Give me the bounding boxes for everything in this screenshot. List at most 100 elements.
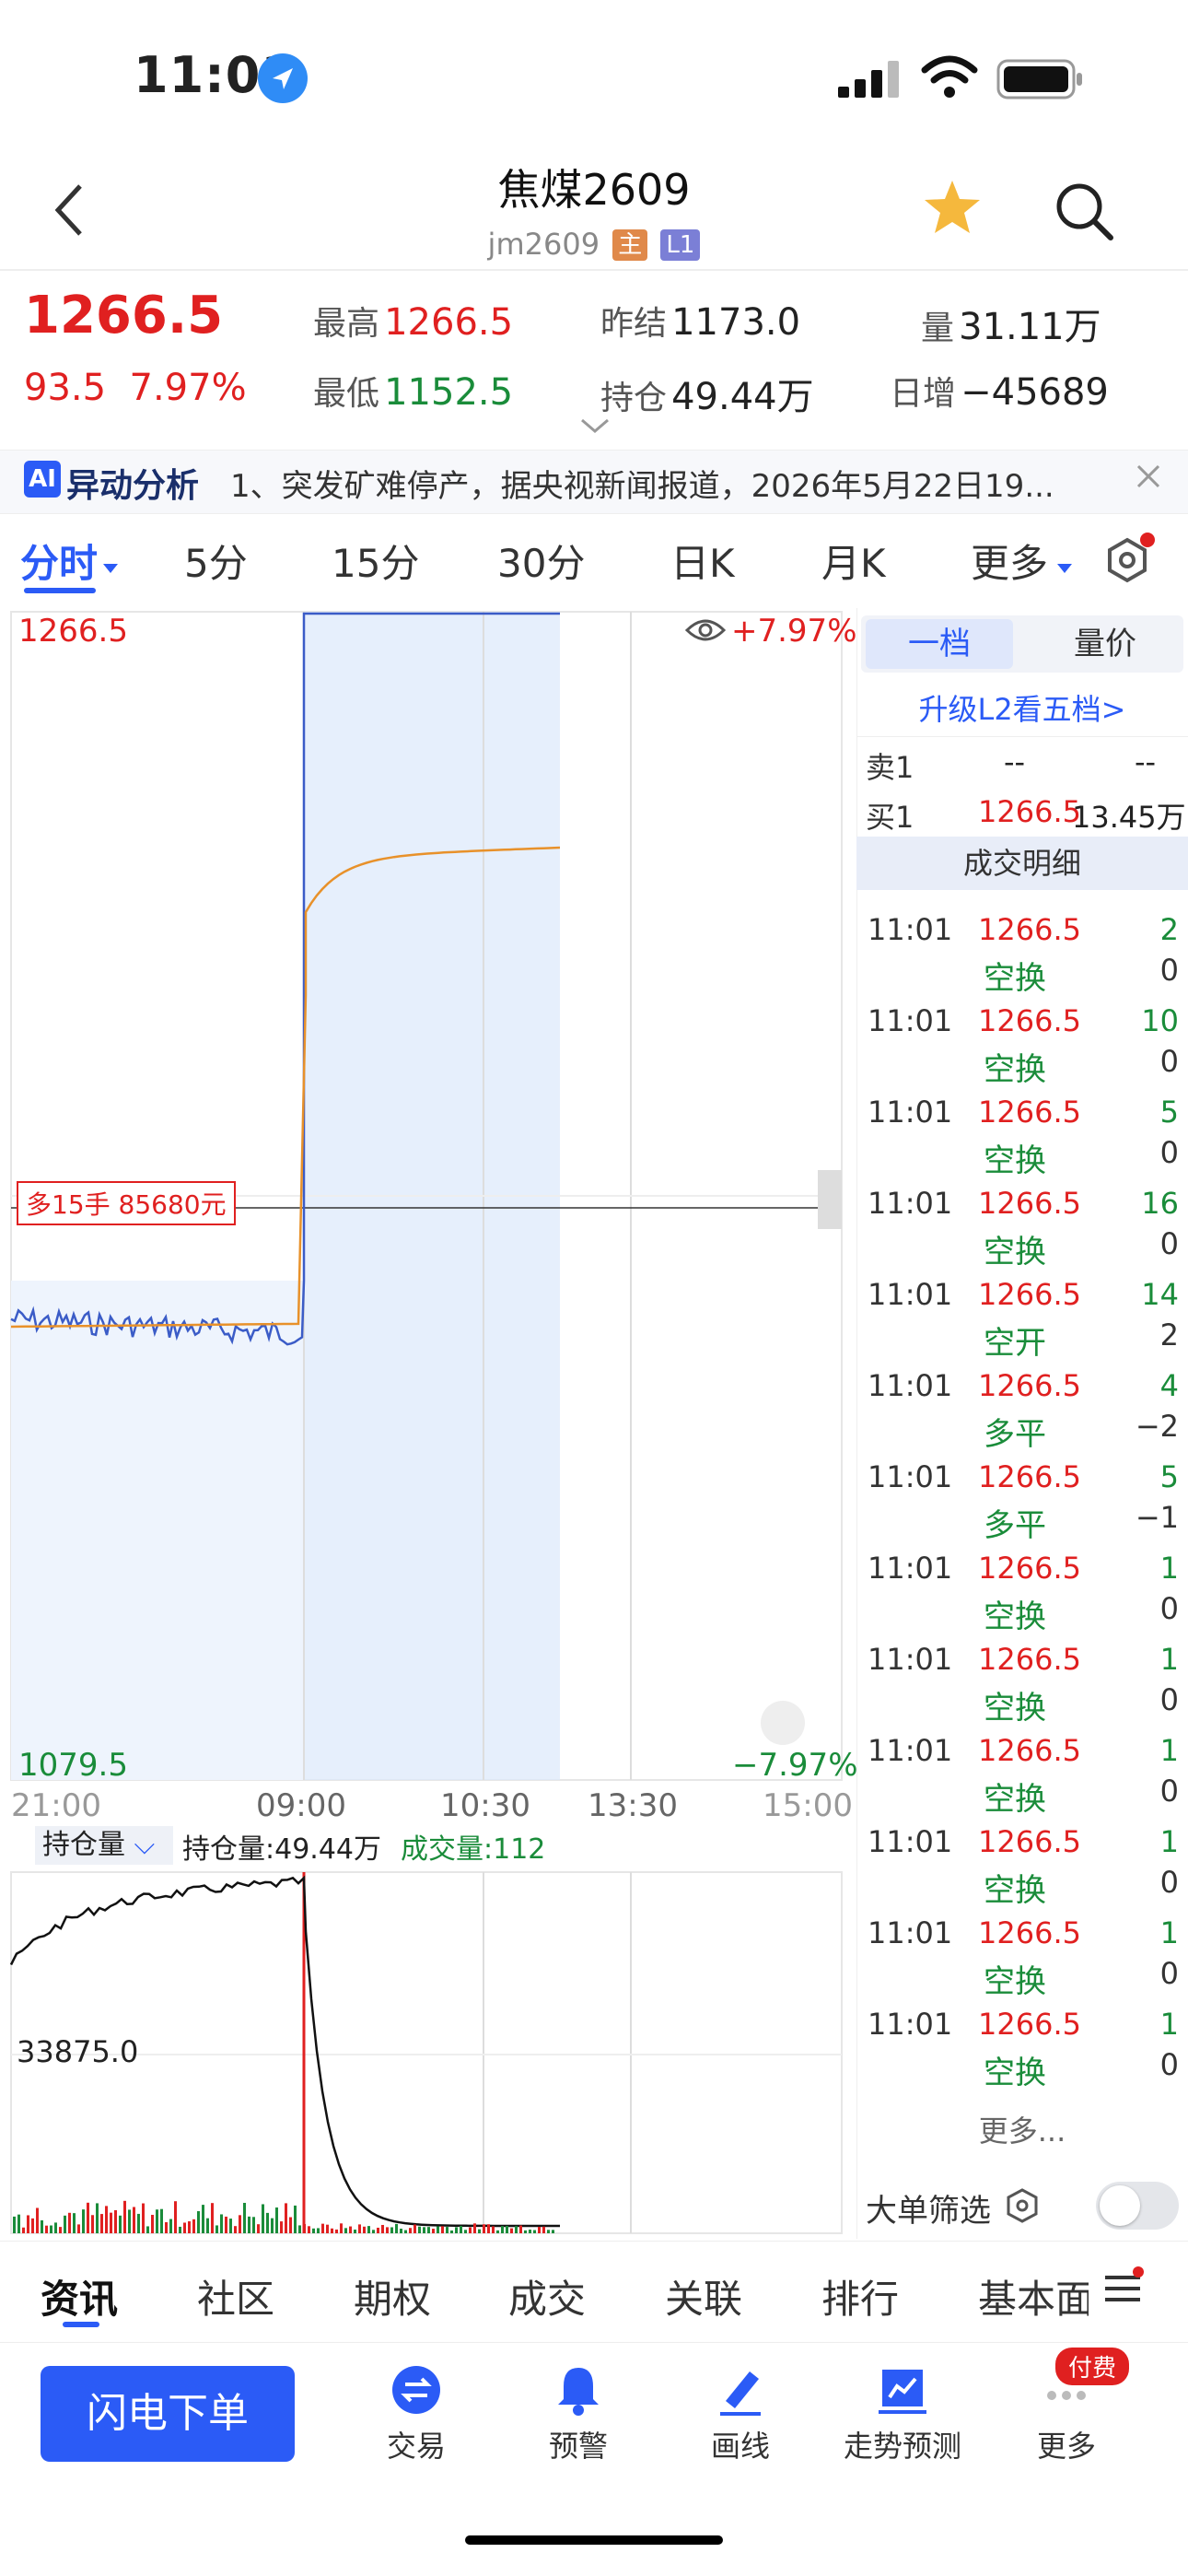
volume-bar xyxy=(114,2209,117,2233)
home-indicator xyxy=(465,2535,723,2545)
open-interest-readout: 持仓量:49.44万 xyxy=(182,1833,381,1866)
flash-order-button[interactable]: 闪电下单 xyxy=(41,2366,295,2462)
volume-bar xyxy=(160,2208,163,2233)
tab-related[interactable]: 关联 xyxy=(665,2268,742,2324)
volume-bar xyxy=(275,2207,278,2233)
volume-bar xyxy=(192,2219,195,2233)
indicator-dropdown-label: 持仓量 xyxy=(42,1829,125,1861)
tab-options[interactable]: 期权 xyxy=(354,2268,431,2324)
indicator-dropdown[interactable]: 持仓量 ⌵ xyxy=(35,1826,173,1865)
main-contract-badge: 主 xyxy=(612,229,648,261)
tab-trades[interactable]: 成交 xyxy=(508,2268,586,2324)
ai-analysis-text[interactable]: 1、突发矿难停产，据央视新闻报道，2026年5月22日19... xyxy=(230,461,1087,506)
upgrade-l2-link[interactable]: 升级L2看五档> xyxy=(856,682,1188,737)
buy1-label: 买1 xyxy=(866,800,914,835)
tab-level1[interactable]: 一档 xyxy=(866,619,1013,669)
volume-bar xyxy=(542,2226,545,2233)
volume-bar xyxy=(17,2214,20,2233)
trade-time: 11:01 xyxy=(868,1095,953,1130)
volume-bar xyxy=(50,2225,52,2233)
trade-label[interactable]: 交易 xyxy=(361,2423,472,2465)
volume-bar xyxy=(496,2230,499,2233)
expand-chevron-icon[interactable] xyxy=(578,415,611,437)
volume-bar xyxy=(340,2223,343,2233)
volume-bar xyxy=(483,2224,485,2233)
tab-volume-price[interactable]: 量价 xyxy=(1041,619,1170,669)
close-icon[interactable] xyxy=(1135,463,1162,490)
volume-bar xyxy=(73,2213,76,2233)
trade-time: 11:01 xyxy=(868,1824,953,1859)
volume-bar xyxy=(110,2212,112,2233)
search-icon[interactable] xyxy=(1052,179,1116,243)
trade-oi-change: 0 xyxy=(1159,1774,1179,1809)
tab-more[interactable]: 更多 xyxy=(971,533,1048,589)
trade-time: 11:01 xyxy=(868,2007,953,2042)
favorite-star-icon[interactable] xyxy=(921,177,984,240)
trade-oi-change: −1 xyxy=(1135,1500,1179,1535)
volume-bar xyxy=(31,2218,34,2233)
tab-timeshare[interactable]: 分时 xyxy=(20,533,98,589)
toggle-knob xyxy=(1100,2185,1140,2226)
eye-icon[interactable] xyxy=(684,615,727,645)
volume-bar xyxy=(349,2226,352,2233)
buy1-price: 1266.5 xyxy=(978,794,1081,829)
contract-code: jm2609 xyxy=(487,227,600,262)
menu-icon[interactable] xyxy=(1101,2266,1144,2309)
trade-oi-change: 0 xyxy=(1159,1135,1179,1170)
price-area-fill-left xyxy=(11,1281,304,1780)
change-percent: 7.97% xyxy=(129,367,247,409)
volume-bar xyxy=(105,2206,108,2233)
volume-bar xyxy=(515,2226,518,2233)
bell-icon[interactable] xyxy=(551,2362,606,2418)
pen-icon[interactable] xyxy=(713,2362,768,2418)
volume-bar xyxy=(91,2215,94,2233)
draw-label[interactable]: 画线 xyxy=(685,2423,796,2465)
volume-readout: 成交量:112 xyxy=(401,1833,546,1866)
trade-oi-change: 0 xyxy=(1159,1226,1179,1261)
more-label[interactable]: 更多 xyxy=(1011,2423,1122,2465)
large-order-filter-label: 大单筛选 xyxy=(866,2193,991,2230)
volume-bar xyxy=(308,2226,310,2233)
prev-settle-label: 昨结 xyxy=(600,305,668,343)
tab-fundamentals[interactable]: 基本面 xyxy=(978,2268,1089,2324)
alert-label[interactable]: 预警 xyxy=(523,2423,634,2465)
paid-badge: 付费 xyxy=(1055,2348,1130,2385)
tab-daily-k[interactable]: 日K xyxy=(670,533,735,589)
trend-forecast-label[interactable]: 走势预测 xyxy=(829,2423,976,2465)
tab-monthly-k[interactable]: 月K xyxy=(821,533,886,589)
volume-bar xyxy=(248,2216,250,2233)
tab-ranking[interactable]: 排行 xyxy=(821,2268,899,2324)
more-trades-link[interactable]: 更多... xyxy=(856,2108,1188,2150)
volume-value: 31.11万 xyxy=(959,306,1101,348)
timeshare-chart[interactable] xyxy=(0,608,852,2239)
volume-bar xyxy=(82,2209,85,2233)
trade-icon[interactable] xyxy=(389,2362,444,2418)
tab-community[interactable]: 社区 xyxy=(197,2268,274,2324)
page-title: 焦煤2609 xyxy=(497,165,691,215)
tab-news[interactable]: 资讯 xyxy=(41,2268,118,2324)
volume-bar xyxy=(538,2227,541,2233)
volume-bar xyxy=(156,2209,158,2233)
tab-15min[interactable]: 15分 xyxy=(332,533,419,589)
volume-bar xyxy=(441,2226,444,2233)
position-marker-label[interactable]: 多15手 85680元 xyxy=(17,1181,236,1225)
trade-oi-change: 0 xyxy=(1159,2047,1179,2082)
volume-bar xyxy=(64,2215,66,2233)
tab-30min[interactable]: 30分 xyxy=(497,533,585,589)
volume-bar xyxy=(225,2216,227,2233)
tab-5min[interactable]: 5分 xyxy=(184,533,248,589)
book-icon[interactable] xyxy=(875,2362,930,2418)
volume-bar xyxy=(552,2230,554,2233)
volume-bar xyxy=(358,2224,361,2233)
trade-qty: 1 xyxy=(1159,1915,1179,1950)
settings-icon[interactable] xyxy=(1098,531,1157,590)
filter-settings-icon[interactable] xyxy=(1004,2187,1041,2224)
trade-oi-change: 0 xyxy=(1159,1591,1179,1626)
prev-settle-field: 昨结 1173.0 xyxy=(600,297,800,345)
volume-bar xyxy=(450,2230,453,2233)
trade-time: 11:01 xyxy=(868,1277,953,1312)
volume-bar xyxy=(289,2217,292,2233)
trade-price: 1266.5 xyxy=(978,1733,1081,1768)
volume-bar xyxy=(165,2221,168,2233)
volume-bar xyxy=(215,2225,218,2233)
